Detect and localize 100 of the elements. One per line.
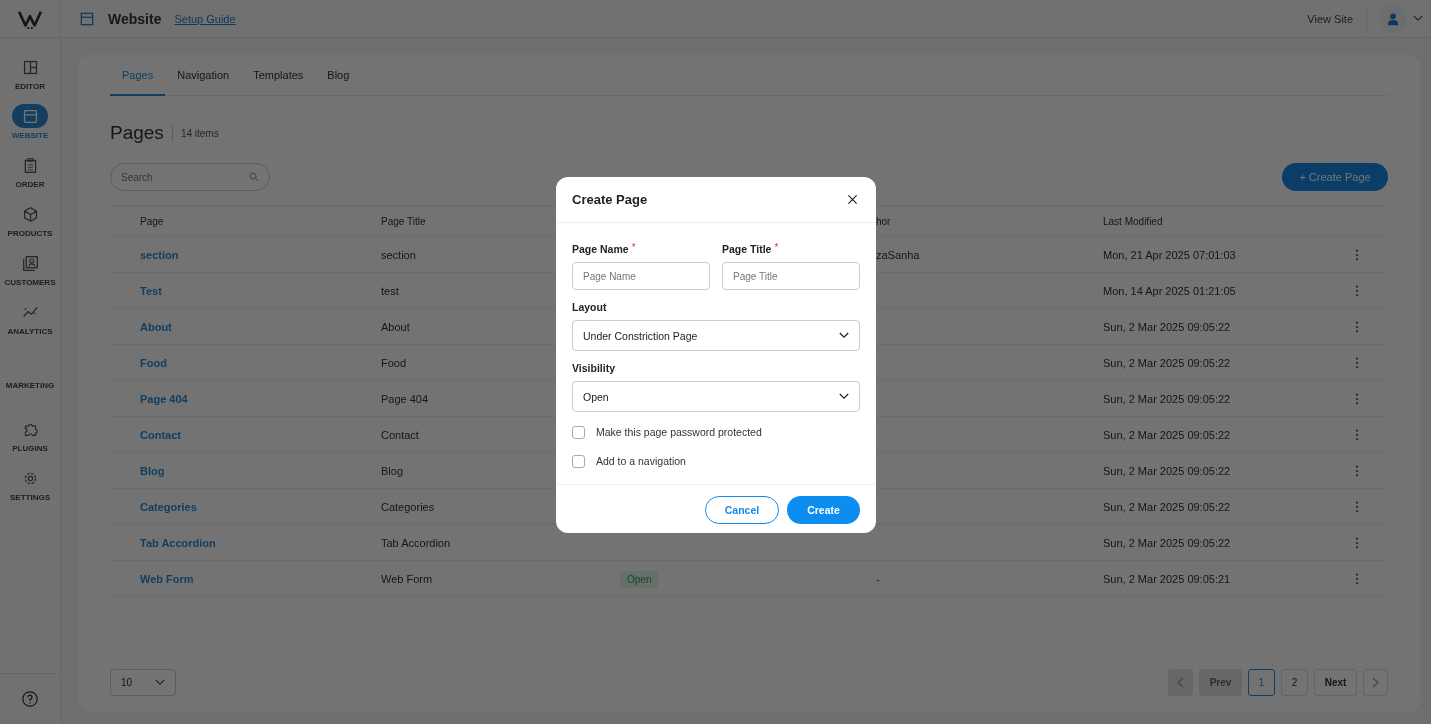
search-icon [249,172,259,182]
checkbox[interactable] [572,425,585,439]
field-label: Visibility [572,362,616,374]
page-title: Website [108,10,162,27]
more-options-icon[interactable] [1355,464,1359,477]
more-options-icon[interactable] [1355,320,1359,333]
sidebar-item[interactable]: ORDER [0,153,60,189]
page-size-select[interactable]: 10 [110,669,176,696]
create-button[interactable]: Create [787,496,860,524]
person-icon [1386,11,1400,26]
sidebar-item[interactable]: PLUGINS [0,417,60,453]
page-link[interactable]: Blog [140,464,165,477]
page-link[interactable]: Page 404 [140,392,188,405]
checkbox-label: Add to a navigation [596,455,686,467]
checkbox-label: Make this page password protected [596,426,762,438]
table-cell: Food [381,356,407,369]
table-cell: Contact [381,428,419,441]
field-label: Page Name [572,243,629,255]
table-cell: Categories [381,500,435,513]
create-page-button[interactable]: + Create Page [1282,163,1388,191]
next-button[interactable]: Next [1314,669,1357,696]
table-cell: Sun, 2 Mar 2025 09:05:22 [1103,536,1231,549]
table-cell: Page 404 [381,392,429,405]
table-cell: Sun, 2 Mar 2025 09:05:22 [1103,356,1231,369]
table-cell: Sun, 2 Mar 2025 09:05:22 [1103,428,1231,441]
table-cell: Sun, 2 Mar 2025 09:05:22 [1103,464,1231,477]
sidebar-item[interactable]: SETTINGS [0,466,60,502]
column-header: Page Title [381,215,427,227]
table-cell: test [381,284,399,297]
table-cell: Sun, 2 Mar 2025 09:05:21 [1103,572,1231,585]
checkbox[interactable] [572,454,585,468]
chevron-down-icon [839,332,849,339]
table-cell: Mon, 14 Apr 2025 01:21:05 [1103,284,1236,297]
tab[interactable]: Navigation [165,55,242,96]
more-options-icon[interactable] [1355,248,1359,261]
chevron-down-icon [839,393,849,400]
tab[interactable]: Blog [315,55,362,96]
chevron-right-icon [1372,677,1379,688]
more-options-icon[interactable] [1355,428,1359,441]
browser-window-icon [21,107,39,125]
box-icon [21,205,39,223]
table-cell: Web Form [381,572,433,585]
more-options-icon[interactable] [1355,284,1359,297]
page-link[interactable]: About [140,320,172,333]
column-header: Page [140,215,165,227]
sidebar-item[interactable]: CUSTOMERS [0,251,60,287]
table-cell: section [381,248,416,261]
chevron-left-icon [1177,677,1184,688]
page-link[interactable]: Tab Accordion [140,536,216,549]
more-options-icon[interactable] [1355,536,1359,549]
required-asterisk: * [774,243,779,253]
input-field[interactable]: Page Title [722,262,860,290]
sidebar-item[interactable]: PRODUCTS [0,202,60,238]
cancel-button[interactable]: Cancel [705,496,779,524]
page-link[interactable]: Test [140,284,162,297]
tab[interactable]: Pages [110,55,166,96]
page-number-button[interactable]: 2 [1281,669,1308,696]
sidebar-section-heading: MARKETING [5,381,55,390]
sidebar-item[interactable]: WEBSITE [0,104,60,140]
column-header: Last Modified [1103,215,1164,227]
table-cell: Mon, 21 Apr 2025 07:01:03 [1103,248,1236,261]
more-options-icon[interactable] [1355,572,1359,585]
more-options-icon[interactable] [1355,392,1359,405]
page-link[interactable]: Web Form [140,572,194,585]
table-cell: Sun, 2 Mar 2025 09:05:22 [1103,392,1231,405]
more-options-icon[interactable] [1355,356,1359,369]
field-label: Page Title [722,243,772,255]
close-icon[interactable] [847,194,858,205]
dropdown-select[interactable]: Under Constriction Page [572,320,860,351]
setup-guide-link[interactable]: Setup Guide [174,12,236,25]
table-cell: Sun, 2 Mar 2025 09:05:22 [1103,500,1231,513]
contacts-icon [21,254,39,272]
layout-icon [21,58,39,76]
help-icon[interactable] [21,690,39,708]
tab[interactable]: Templates [241,55,316,96]
input-field[interactable]: Page Name [572,262,710,290]
sidebar-item[interactable]: EDITOR [0,55,60,91]
search-field[interactable]: Search [110,163,270,191]
status-badge: Open [620,570,659,588]
table-cell: Blog [381,464,404,477]
sidebar-item[interactable]: ANALYTICS [0,300,60,336]
dialog-title: Create Page [572,192,648,207]
chevron-down-icon[interactable] [1413,15,1423,22]
page-link[interactable]: section [140,248,179,261]
table-cell: - [876,572,880,585]
dropdown-select[interactable]: Open [572,381,860,412]
field-label: Layout [572,301,608,313]
item-count: 14 items [180,127,219,139]
required-asterisk: * [631,243,636,253]
table-cell: About [381,320,410,333]
page-link[interactable]: Contact [140,428,181,441]
table-cell: zaSanha [876,248,920,261]
chevron-down-icon [155,679,165,686]
user-avatar[interactable] [1379,4,1407,33]
page-link[interactable]: Categories [140,500,197,513]
view-site-link[interactable]: View Site [1307,12,1353,25]
more-options-icon[interactable] [1355,500,1359,513]
table-cell: Tab Accordion [381,536,451,549]
page-link[interactable]: Food [140,356,167,369]
page-number-button[interactable]: 1 [1248,669,1275,696]
